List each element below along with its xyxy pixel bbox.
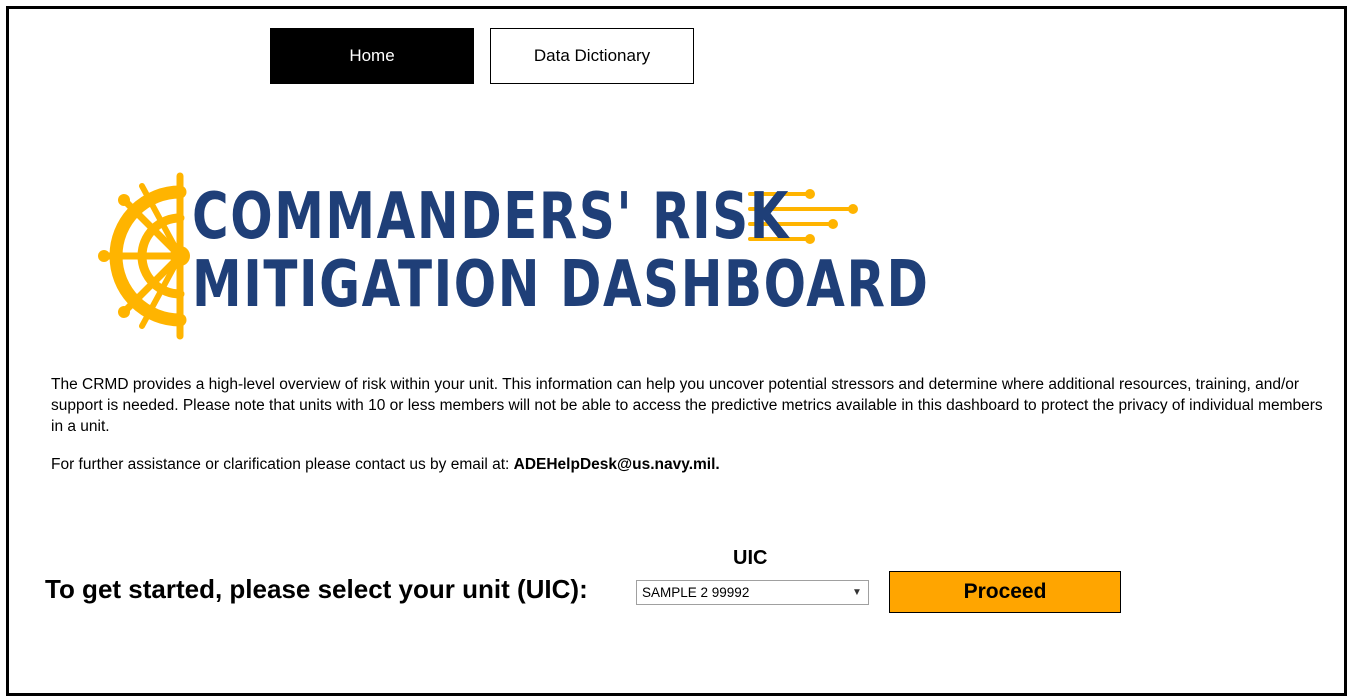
data-dictionary-button[interactable]: Data Dictionary <box>490 28 694 84</box>
contact-prefix: For further assistance or clarification … <box>51 456 510 473</box>
logo-title-line-2: MITIGATION DASHBOARD <box>192 248 930 322</box>
logo-title-line-1: COMMANDERS' RISK <box>192 180 791 254</box>
intro-paragraph: The CRMD provides a high-level overview … <box>51 376 1323 435</box>
uic-select[interactable]: SAMPLE 2 99992 ▼ <box>636 580 869 605</box>
home-button[interactable]: Home <box>270 28 474 84</box>
proceed-button[interactable]: Proceed <box>889 571 1121 613</box>
uic-label: UIC <box>733 547 768 569</box>
uic-selected-value: SAMPLE 2 99992 <box>642 585 750 600</box>
contact-line: For further assistance or clarification … <box>51 456 720 474</box>
select-unit-prompt: To get started, please select your unit … <box>45 574 588 604</box>
crmd-logo: COMMANDERS' RISK MITIGATION DASHBOARD <box>96 172 928 342</box>
contact-email[interactable]: ADEHelpDesk@us.navy.mil. <box>514 456 720 473</box>
chevron-down-icon[interactable]: ▼ <box>846 581 868 604</box>
